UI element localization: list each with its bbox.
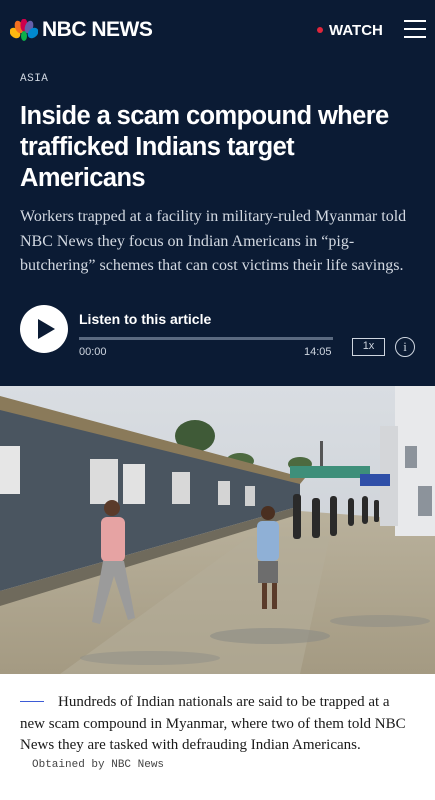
logo-wordmark: NBC NEWS [42, 18, 153, 41]
playback-speed-button[interactable]: 1x [352, 338, 385, 356]
watch-link[interactable]: WATCH [317, 20, 383, 40]
audio-title: Listen to this article [79, 311, 212, 327]
article-headline: Inside a scam compound where trafficked … [20, 102, 389, 192]
audio-progress-bar[interactable] [79, 337, 333, 340]
lead-photo [0, 386, 435, 674]
section-kicker[interactable]: ASIA [20, 73, 48, 85]
article-hero: ASIA Inside a scam compound where traffi… [0, 60, 435, 386]
caption-text: Hundreds of Indian nationals are said to… [20, 694, 406, 753]
audio-player: Listen to this article 00:00 14:05 1x i [20, 305, 420, 358]
scam-compound-photo [0, 386, 435, 674]
peacock-logo-icon [10, 19, 38, 41]
watch-label: WATCH [329, 21, 383, 39]
play-button[interactable] [20, 305, 68, 353]
live-dot-icon [317, 27, 323, 33]
photo-caption: Hundreds of Indian nationals are said to… [20, 692, 416, 757]
audio-duration: 14:05 [304, 346, 332, 358]
hamburger-icon[interactable] [404, 20, 426, 38]
nbc-news-logo[interactable]: NBC NEWS [10, 17, 153, 43]
play-icon [38, 319, 55, 339]
top-nav-bar: NBC NEWS WATCH [0, 0, 435, 60]
audio-current-time: 00:00 [79, 346, 107, 358]
photo-credit: Obtained by NBC News [32, 759, 165, 771]
info-icon[interactable]: i [395, 337, 415, 357]
caption-rule [20, 700, 44, 703]
article-dek: Workers trapped at a facility in militar… [20, 208, 407, 274]
